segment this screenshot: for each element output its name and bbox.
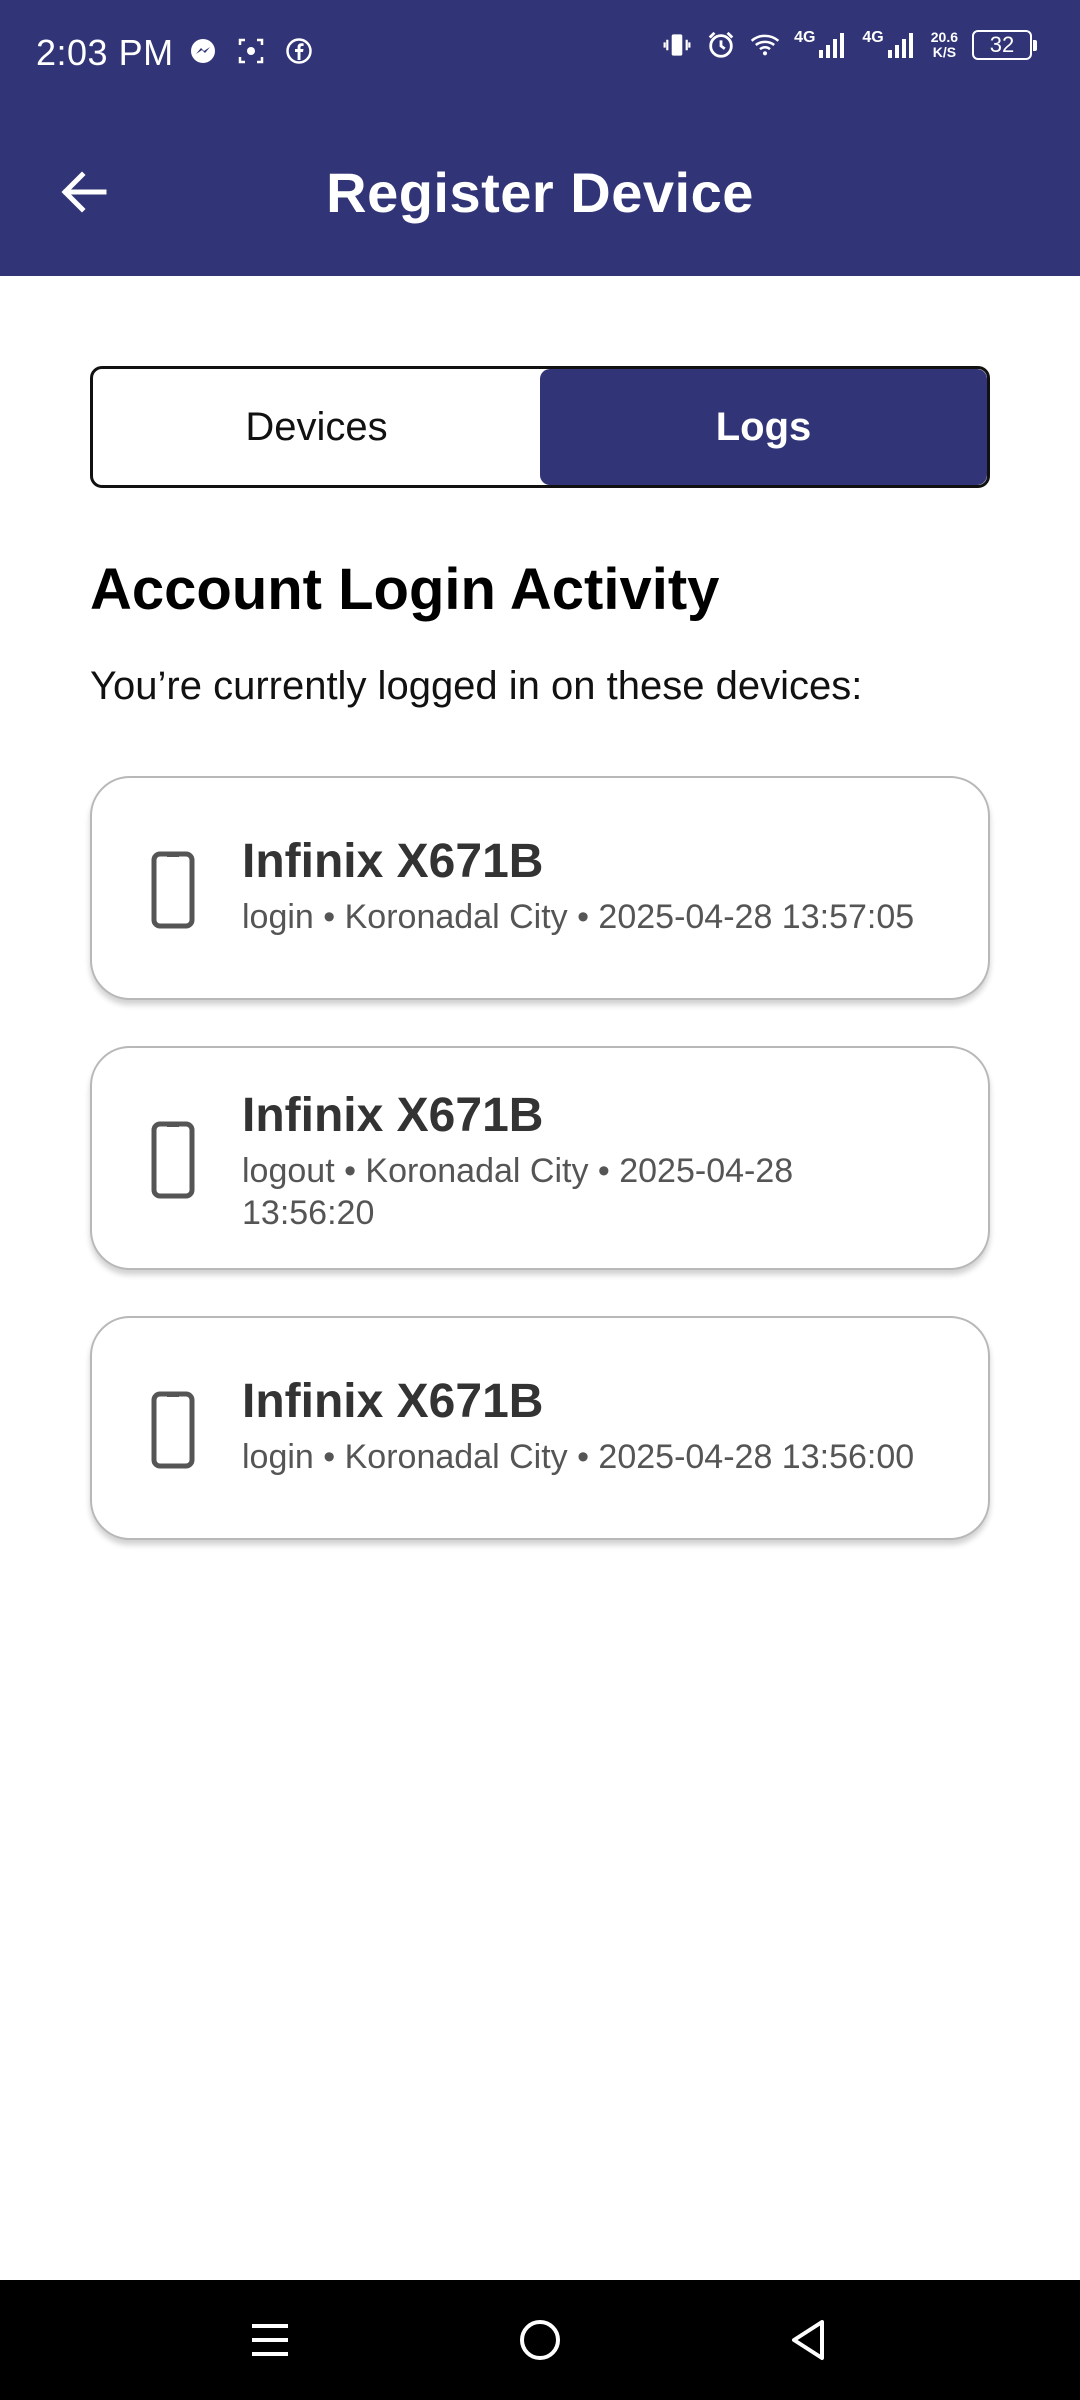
device-card[interactable]: Infinix X671B login • Koronadal City • 2… (90, 1316, 990, 1540)
speed-value: 20.6 (930, 29, 958, 45)
wifi-icon (750, 30, 780, 60)
status-time: 2:03 PM (36, 32, 174, 73)
tab-switcher: Devices Logs (90, 366, 990, 488)
device-card[interactable]: Infinix X671B login • Koronadal City • 2… (90, 776, 990, 1000)
screenshot-icon (236, 36, 266, 66)
system-nav-bar (0, 2280, 1080, 2400)
phone-icon (151, 851, 195, 929)
page-title: Register Device (326, 161, 754, 224)
status-left-icons (188, 36, 314, 66)
device-meta: logout • Koronadal City • 2025-04-28 13:… (242, 1152, 794, 1232)
tab-devices[interactable]: Devices (93, 369, 540, 485)
home-button[interactable] (510, 2310, 570, 2370)
device-list: Infinix X671B login • Koronadal City • 2… (90, 776, 990, 1586)
recent-apps-button[interactable] (240, 2310, 300, 2370)
section-subtitle: You’re currently logged in on these devi… (90, 664, 863, 708)
device-meta: login • Koronadal City • 2025-04-28 13:5… (242, 898, 915, 936)
signal-icon (819, 33, 845, 58)
device-name: Infinix X671B (242, 835, 544, 888)
signal-2: 4G (862, 30, 916, 60)
device-text: Infinix X671B logout • Koronadal City • … (242, 1088, 842, 1234)
device-name: Infinix X671B (242, 1375, 544, 1428)
facebook-icon (284, 36, 314, 66)
section-title: Account Login Activity (90, 557, 720, 622)
menu-icon (252, 2324, 288, 2356)
device-name: Infinix X671B (242, 1089, 544, 1142)
phone-icon (151, 1121, 195, 1199)
alarm-icon (706, 30, 736, 60)
network-speed: 20.6 K/S (931, 30, 958, 60)
messenger-icon (188, 36, 218, 66)
status-bar: 2:03 PM 4G 4G 20.6 K/S 32 (0, 0, 1080, 108)
app-bar: Register Device (0, 108, 1080, 276)
network-type-1: 4G (794, 29, 816, 46)
signal-1: 4G (794, 30, 848, 60)
home-icon (520, 2320, 560, 2360)
speed-unit: K/S (932, 44, 957, 60)
device-text: Infinix X671B login • Koronadal City • 2… (242, 834, 962, 938)
device-meta: login • Koronadal City • 2025-04-28 13:5… (242, 1438, 915, 1476)
system-back-button[interactable] (778, 2310, 838, 2370)
device-text: Infinix X671B login • Koronadal City • 2… (242, 1374, 962, 1478)
top-bar: 2:03 PM 4G 4G 20.6 K/S 32 Register Devic… (0, 0, 1080, 276)
network-type-2: 4G (862, 29, 884, 46)
status-right-icons: 4G 4G 20.6 K/S 32 (662, 30, 1037, 60)
tab-logs[interactable]: Logs (540, 369, 987, 485)
screen: 2:03 PM 4G 4G 20.6 K/S 32 Register Devic… (0, 0, 1080, 2400)
back-triangle-icon (792, 2320, 824, 2360)
vibrate-icon (662, 30, 692, 60)
phone-icon (151, 1391, 195, 1469)
signal-icon (887, 33, 913, 58)
device-card[interactable]: Infinix X671B logout • Koronadal City • … (90, 1046, 990, 1270)
battery-indicator: 32 (972, 30, 1037, 60)
